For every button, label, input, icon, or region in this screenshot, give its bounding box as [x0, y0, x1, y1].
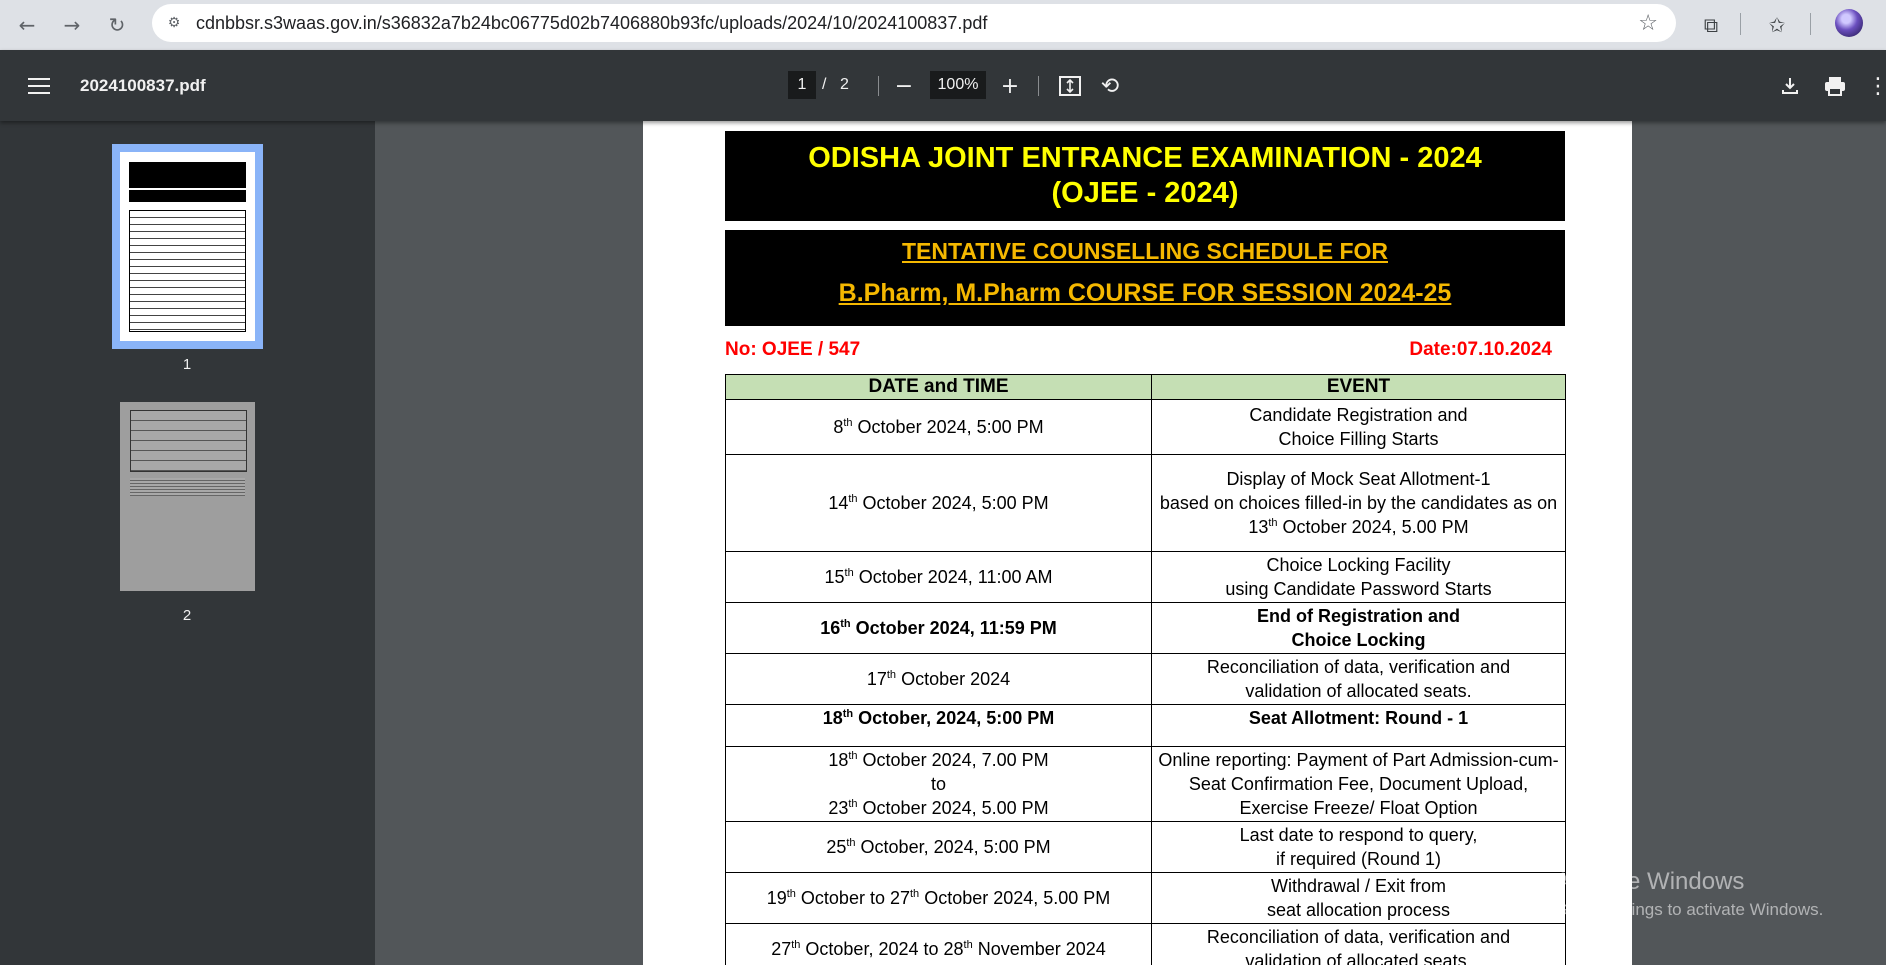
title-line-1: ODISHA JOINT ENTRANCE EXAMINATION - 2024	[808, 142, 1482, 174]
table-row: 16th October 2024, 11:59 PM End of Regis…	[725, 602, 1566, 654]
table-row: 25th October, 2024, 5:00 PM Last date to…	[725, 821, 1566, 873]
row-event: Choice Locking Facility using Candidate P…	[1151, 551, 1566, 603]
header-date-time: DATE and TIME	[725, 374, 1152, 400]
thumbnail-page-1[interactable]	[112, 144, 263, 349]
row-date: 18th October, 2024, 5:00 PM	[725, 704, 1152, 747]
row-date: 18th October 2024, 7.00 PM to 23th October…	[725, 746, 1152, 822]
row-event: Candidate Registration and Choice Filling…	[1151, 399, 1566, 455]
row-event: Display of Mock Seat Allotment-1 based on…	[1151, 454, 1566, 552]
row-date: 14th October 2024, 5:00 PM	[725, 454, 1152, 552]
thumbnail-text	[130, 478, 245, 496]
row-date: 17th October 2024	[725, 653, 1152, 705]
row-date: 15th October 2024, 11:00 AM	[725, 551, 1152, 603]
toolbar-separator	[1810, 13, 1811, 35]
document-date: Date:07.10.2024	[1409, 339, 1552, 360]
forward-arrow-icon[interactable]: →	[55, 8, 89, 42]
subtitle-line-2: B.Pharm, M.Pharm COURSE FOR SESSION 2024…	[838, 279, 1452, 307]
toolbar-divider	[878, 76, 879, 96]
table-row: 27th October, 2024 to 28th November 2024…	[725, 923, 1566, 965]
browser-chrome: ← → ↻ ⚙ cdnbbsr.s3waas.gov.in/s36832a7b2…	[0, 0, 1886, 50]
rotate-icon[interactable]: ⟲	[1094, 70, 1126, 102]
back-arrow-icon[interactable]: ←	[10, 8, 44, 42]
row-event: Online reporting: Payment of Part Admiss…	[1151, 746, 1566, 822]
row-event: End of Registration and Choice Locking	[1151, 602, 1566, 654]
bookmarks-icon[interactable]: ✩	[1760, 8, 1794, 42]
pdf-filename: 2024100837.pdf	[80, 76, 206, 95]
row-event: Last date to respond to query, if require…	[1151, 821, 1566, 873]
download-icon[interactable]	[1774, 70, 1806, 102]
pdf-viewer[interactable]: ODISHA JOINT ENTRANCE EXAMINATION - 2024…	[375, 121, 1886, 965]
activate-windows-watermark: Activate Windows	[1555, 868, 1745, 895]
title-banner: ODISHA JOINT ENTRANCE EXAMINATION - 2024…	[725, 131, 1565, 221]
zoom-out-icon[interactable]: −	[888, 70, 920, 102]
thumbnail-page-2[interactable]	[120, 402, 255, 591]
thumbnail-table	[130, 410, 247, 472]
table-row: 18th October 2024, 7.00 PM to 23th October…	[725, 746, 1566, 822]
thumbnail-banner	[129, 190, 246, 202]
table-row: 14th October 2024, 5:00 PM Display of Mo…	[725, 454, 1566, 552]
subtitle-line-1: TENTATIVE COUNSELLING SCHEDULE FOR	[902, 238, 1388, 264]
more-options-icon[interactable]: ⋮	[1862, 70, 1886, 102]
activate-windows-subtext: Go to Settings to activate Windows.	[1555, 900, 1824, 919]
page-number-input[interactable]: 1	[788, 71, 816, 99]
reload-icon[interactable]: ↻	[100, 8, 134, 42]
thumbnail-label-1: 1	[182, 356, 192, 373]
row-event: Seat Allotment: Round - 1	[1151, 704, 1566, 747]
thumbnail-label-2: 2	[182, 607, 192, 624]
address-bar[interactable]: ⚙ cdnbbsr.s3waas.gov.in/s36832a7b24bc067…	[152, 4, 1676, 42]
reference-number: No: OJEE / 547	[725, 339, 861, 360]
title-line-2: (OJEE - 2024)	[1051, 177, 1239, 209]
table-row: 18th October, 2024, 5:00 PM Seat Allotme…	[725, 704, 1566, 747]
pdf-page: ODISHA JOINT ENTRANCE EXAMINATION - 2024…	[643, 121, 1632, 965]
thumbnail-table	[129, 210, 246, 332]
menu-icon[interactable]	[28, 78, 50, 94]
row-date: 19th October to 27th October 2024, 5.00 …	[725, 872, 1152, 924]
toolbar-separator	[1740, 13, 1741, 35]
row-event: Reconciliation of data, verification and…	[1151, 653, 1566, 705]
header-event: EVENT	[1151, 374, 1566, 400]
schedule-table: DATE and TIME EVENT 8th October 2024, 5:…	[725, 374, 1566, 965]
pdf-toolbar: 2024100837.pdf 1 / 2 − 100% + ⟲ ⋮	[0, 50, 1886, 121]
extensions-icon[interactable]: ⧉	[1694, 8, 1728, 42]
table-header-row: DATE and TIME EVENT	[725, 374, 1566, 400]
zoom-in-icon[interactable]: +	[994, 70, 1026, 102]
table-row: 17th October 2024 Reconciliation of data…	[725, 653, 1566, 705]
url-text[interactable]: cdnbbsr.s3waas.gov.in/s36832a7b24bc06775…	[196, 13, 987, 34]
table-row: 8th October 2024, 5:00 PM Candidate Regi…	[725, 399, 1566, 455]
profile-avatar[interactable]	[1835, 9, 1863, 37]
page-separator: /	[822, 76, 827, 93]
thumbnail-banner	[129, 162, 246, 188]
page-total: 2	[840, 76, 849, 93]
site-info-icon[interactable]: ⚙	[164, 13, 184, 33]
bookmark-star-icon[interactable]: ☆	[1638, 11, 1658, 36]
zoom-input[interactable]: 100%	[930, 71, 986, 99]
row-date: 8th October 2024, 5:00 PM	[725, 399, 1152, 455]
subtitle-banner: TENTATIVE COUNSELLING SCHEDULE FOR B.Pha…	[725, 230, 1565, 326]
table-row: 15th October 2024, 11:00 AM Choice Locki…	[725, 551, 1566, 603]
row-event: Withdrawal / Exit from seat allocation pr…	[1151, 872, 1566, 924]
row-date: 25th October, 2024, 5:00 PM	[725, 821, 1152, 873]
row-event: Reconciliation of data, verification and…	[1151, 923, 1566, 965]
print-icon[interactable]	[1819, 70, 1851, 102]
toolbar-divider	[1038, 76, 1039, 96]
table-row: 19th October to 27th October 2024, 5.00 …	[725, 872, 1566, 924]
thumbnail-image	[120, 152, 255, 341]
fit-page-icon[interactable]	[1054, 70, 1086, 102]
row-date: 27th October, 2024 to 28th November 2024	[725, 923, 1152, 965]
row-date: 16th October 2024, 11:59 PM	[725, 602, 1152, 654]
thumbnail-sidebar: 1 2	[0, 121, 375, 965]
